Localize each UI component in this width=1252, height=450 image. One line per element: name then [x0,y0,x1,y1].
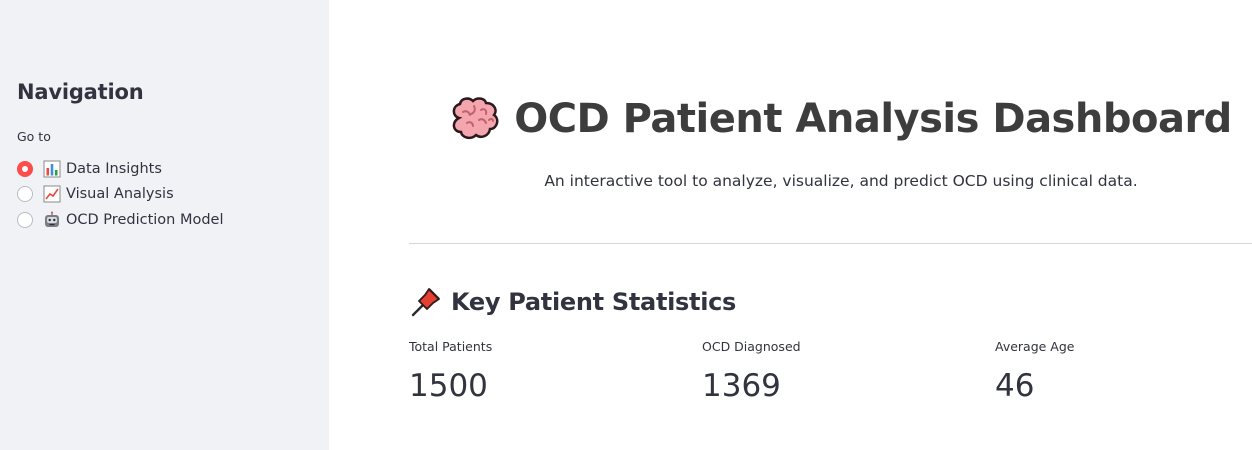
radio-option-data-insights[interactable]: Data Insights [17,156,224,182]
section-title: Key Patient Statistics [451,288,737,316]
main-content: OCD Patient Analysis Dashboard An intera… [329,0,1252,450]
radio-button-selected[interactable] [17,160,33,177]
radio-group-label: Go to [17,129,51,144]
pushpin-icon [411,288,440,317]
metric-label: Average Age [995,339,1075,354]
metric-value: 46 [995,368,1035,404]
bar-chart-icon [43,160,61,178]
radio-option-label: Data Insights [66,160,162,177]
robot-icon [45,211,59,227]
navigation-radio-group: Data Insights Visual Analysis OCD Predic… [17,156,224,233]
metric-value: 1369 [702,368,781,404]
radio-button[interactable] [17,186,33,203]
radio-option-label: Visual Analysis [66,186,174,203]
radio-option-ocd-prediction-model[interactable]: OCD Prediction Model [17,207,224,233]
trend-chart-icon [43,185,61,203]
page-header: OCD Patient Analysis Dashboard [329,96,1252,142]
metric-average-age: Average Age 46 [995,339,1074,404]
metric-label: OCD Diagnosed [702,339,801,354]
page-title: OCD Patient Analysis Dashboard [514,96,1232,142]
sidebar-title: Navigation [17,80,144,104]
brain-icon [452,97,499,140]
radio-option-label: OCD Prediction Model [66,211,224,228]
sidebar: Navigation Go to Data Insights Visual An… [0,0,329,450]
metric-total-patients: Total Patients 1500 [409,339,492,404]
metric-ocd-diagnosed: OCD Diagnosed 1369 [702,339,801,404]
section-header: Key Patient Statistics [409,285,736,319]
radio-option-visual-analysis[interactable]: Visual Analysis [17,182,224,208]
page-subtitle: An interactive tool to analyze, visualiz… [544,172,1138,190]
metric-value: 1500 [409,368,488,404]
metric-label: Total Patients [409,339,493,354]
radio-button[interactable] [17,211,33,228]
divider [409,243,1252,244]
